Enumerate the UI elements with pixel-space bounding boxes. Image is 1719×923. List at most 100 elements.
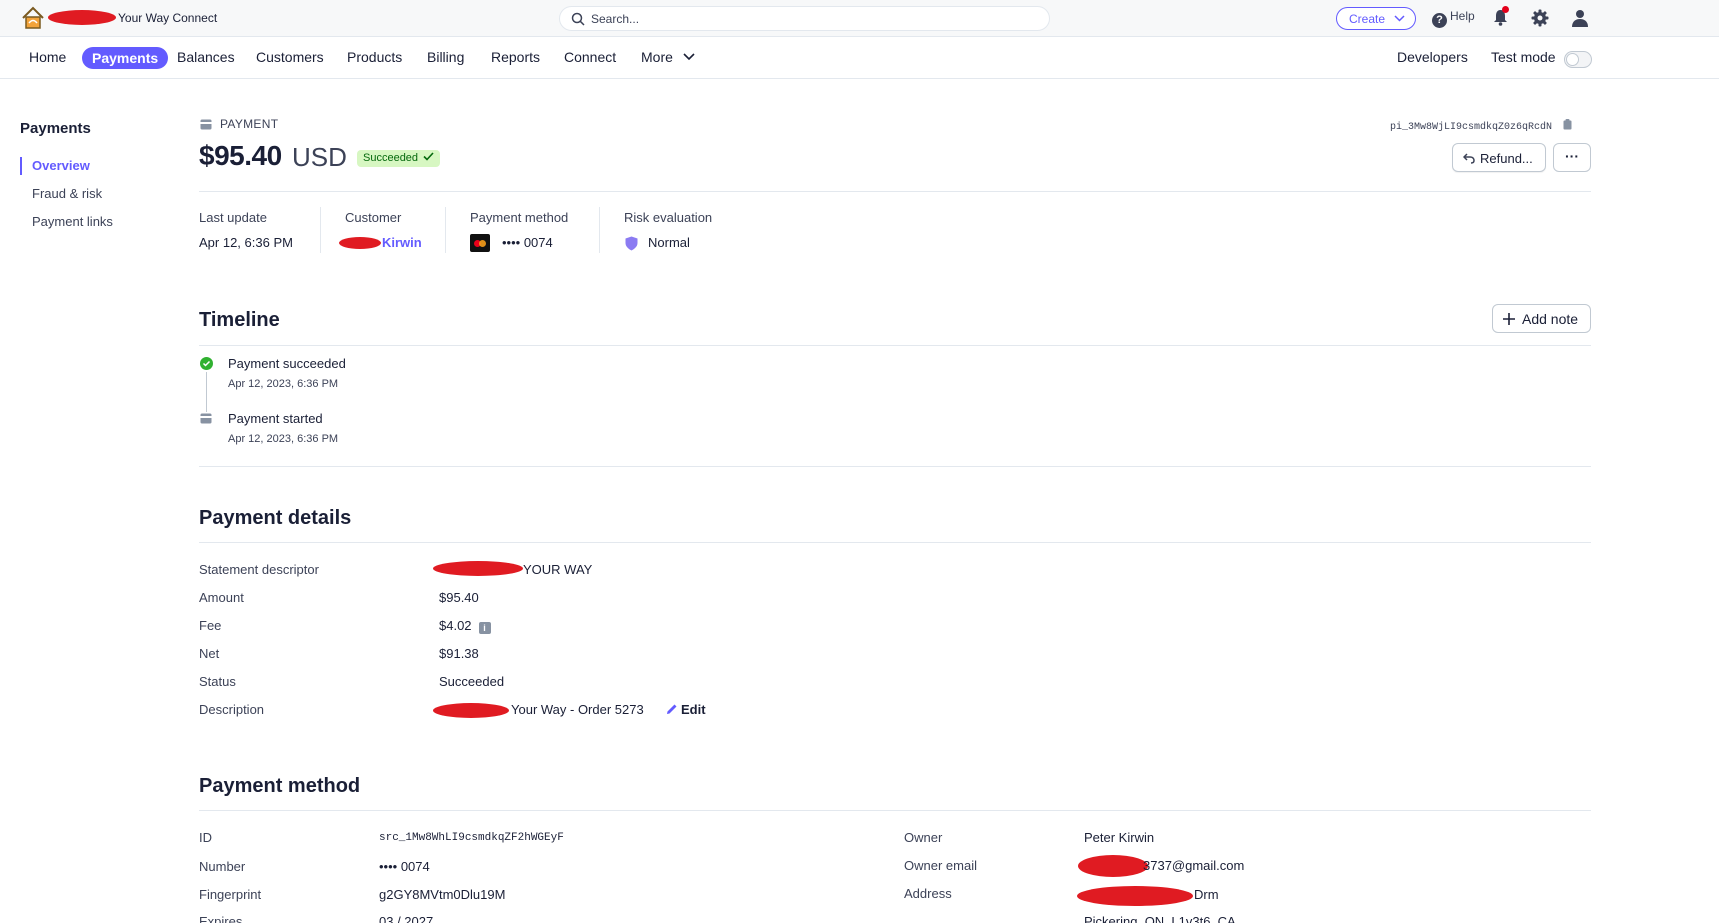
nav-home[interactable]: Home <box>29 49 66 65</box>
payment-id[interactable]: pi_3Mw8WjLI9csmdkqZ0z6qRcdN <box>1390 119 1572 133</box>
payment-id-text: pi_3Mw8WjLI9csmdkqZ0z6qRcdN <box>1390 122 1553 133</box>
customer-link[interactable]: Kirwin <box>382 235 422 250</box>
timeline-title: Timeline <box>199 309 280 331</box>
refund-button[interactable]: Refund... <box>1452 143 1546 172</box>
test-mode-toggle[interactable] <box>1564 51 1592 68</box>
redaction-mark <box>1077 886 1193 906</box>
chevron-down-icon <box>1394 15 1405 22</box>
status-badge: Succeeded <box>357 150 441 167</box>
payment-started-icon <box>200 413 212 424</box>
object-type-text: PAYMENT <box>220 117 279 131</box>
nav-payments[interactable]: Payments <box>82 47 169 69</box>
subnav-active-indicator <box>20 157 22 175</box>
detail-label: Net <box>199 646 220 661</box>
method-label: Owner email <box>904 858 977 873</box>
payment-icon <box>200 119 212 130</box>
method-label: Expires <box>199 914 243 923</box>
nav-reports[interactable]: Reports <box>491 49 540 65</box>
payment-currency: USD <box>292 142 347 172</box>
search-placeholder: Search... <box>591 12 640 26</box>
payment-amount: $95.40 <box>199 140 282 171</box>
refund-label: Refund... <box>1480 151 1533 166</box>
edit-description-button[interactable]: Edit <box>666 702 706 717</box>
status-value: Succeeded <box>439 674 505 689</box>
chevron-down-icon <box>683 53 695 61</box>
user-icon[interactable] <box>1571 9 1589 27</box>
fingerprint-link[interactable]: g2GY8MVtm0Dlu19M <box>379 887 505 902</box>
gear-icon[interactable] <box>1531 9 1549 27</box>
redaction-mark <box>48 10 116 25</box>
redaction-mark <box>433 703 509 718</box>
risk-evaluation-value: Normal <box>648 235 690 250</box>
notification-dot <box>1502 6 1509 13</box>
object-type-label: PAYMENT <box>200 117 278 131</box>
redaction-mark <box>433 561 523 576</box>
top-bar: Your Way Connect Search... Create ? Help <box>0 0 1719 37</box>
nav-more[interactable]: More <box>641 49 695 65</box>
pencil-icon <box>667 704 677 714</box>
subnav-overview[interactable]: Overview <box>32 158 90 173</box>
statement-descriptor-value: YOUR WAY <box>523 562 593 577</box>
detail-label: Description <box>199 702 265 717</box>
nav-customers[interactable]: Customers <box>256 49 324 65</box>
card-number-value: •••• 0074 <box>379 859 430 874</box>
method-label: Number <box>199 859 246 874</box>
description-value: Your Way - Order 5273 <box>511 702 644 717</box>
info-icon[interactable]: i <box>478 622 491 634</box>
meta-separator <box>445 207 446 253</box>
owner-email-value: 3737@gmail.com <box>1143 858 1245 873</box>
mastercard-icon <box>470 234 490 252</box>
undo-arrow-icon <box>1463 153 1475 164</box>
nav-more-label: More <box>641 49 673 65</box>
payment-method-value: •••• 0074 <box>502 235 553 250</box>
success-check-icon <box>200 357 213 370</box>
nav-balances[interactable]: Balances <box>177 49 235 65</box>
nav-products[interactable]: Products <box>347 49 402 65</box>
edit-label: Edit <box>681 702 706 717</box>
amount-value: $95.40 <box>439 590 479 605</box>
method-label: Fingerprint <box>199 887 262 902</box>
more-actions-button[interactable]: ··· <box>1553 143 1591 172</box>
redaction-mark <box>339 237 381 249</box>
create-button[interactable]: Create <box>1336 7 1416 30</box>
detail-label: Status <box>199 674 236 689</box>
method-label: Address <box>904 886 952 901</box>
check-icon <box>423 152 434 161</box>
meta-separator <box>320 207 321 253</box>
status-badge-label: Succeeded <box>363 152 419 164</box>
timeline-event-time: Apr 12, 2023, 6:36 PM <box>228 378 339 390</box>
timeline-bottom-divider <box>199 466 1591 467</box>
nav-billing[interactable]: Billing <box>427 49 464 65</box>
detail-label: Statement descriptor <box>199 562 319 577</box>
nav-connect[interactable]: Connect <box>564 49 616 65</box>
customer-label: Customer <box>345 210 402 225</box>
timeline-event-time: Apr 12, 2023, 6:36 PM <box>228 433 339 445</box>
subnav-title: Payments <box>20 120 91 137</box>
payment-method-title: Payment method <box>199 775 361 797</box>
add-note-label: Add note <box>1522 311 1579 327</box>
plus-icon <box>1503 313 1515 325</box>
address-line1-value: Drm <box>1194 887 1219 902</box>
account-name[interactable]: Your Way Connect <box>118 11 217 25</box>
copy-icon[interactable] <box>1563 119 1572 130</box>
owner-value: Peter Kirwin <box>1084 830 1155 845</box>
payment-details-title: Payment details <box>199 507 352 529</box>
subnav-payment-links[interactable]: Payment links <box>32 214 113 229</box>
subnav-fraud-risk[interactable]: Fraud & risk <box>32 186 102 201</box>
header-divider <box>199 191 1591 192</box>
search-icon <box>571 12 585 26</box>
method-label: Owner <box>904 830 943 845</box>
home-logo-icon[interactable] <box>20 5 46 31</box>
add-note-button[interactable]: Add note <box>1492 304 1591 333</box>
notifications-button[interactable] <box>1493 6 1509 29</box>
create-label: Create <box>1349 12 1386 26</box>
nav-developers[interactable]: Developers <box>1397 49 1468 65</box>
timeline-event-title: Payment started <box>228 411 323 426</box>
help-button[interactable]: ? Help <box>1432 9 1475 28</box>
payment-method-label: Payment method <box>470 210 569 225</box>
last-update-label: Last update <box>199 210 267 225</box>
detail-label: Amount <box>199 590 244 605</box>
detail-label: Fee <box>199 618 222 633</box>
last-update-value: Apr 12, 6:36 PM <box>199 235 293 250</box>
search-input[interactable]: Search... <box>559 6 1050 31</box>
